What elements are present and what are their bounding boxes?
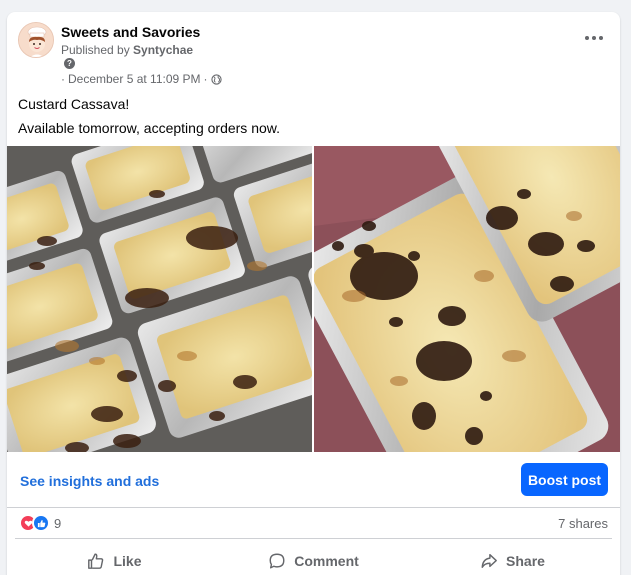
post-meta: · December 5 at 11:09 PM · — [61, 72, 222, 86]
boost-post-button[interactable]: Boost post — [521, 463, 608, 496]
trays-photo-graphic — [7, 146, 312, 452]
separator: · — [203, 72, 208, 86]
page-name[interactable]: Sweets and Savories — [61, 24, 200, 40]
post-text-line: Custard Cassava! — [18, 96, 130, 112]
share-button[interactable]: Share — [413, 539, 612, 575]
post-card: Sweets and Savories Published by Syntych… — [7, 12, 620, 575]
shares-count[interactable]: 7 shares — [558, 516, 608, 531]
publisher-name[interactable]: Syntychae — [133, 43, 193, 57]
closeup-photo-graphic — [314, 146, 620, 452]
reaction-count[interactable]: 9 — [54, 516, 61, 531]
see-insights-link[interactable]: See insights and ads — [20, 473, 159, 489]
globe-icon[interactable] — [210, 73, 222, 85]
custard-cassava-closeup-photo[interactable] — [314, 146, 620, 452]
comment-icon — [269, 553, 285, 568]
insights-row: See insights and ads Boost post — [7, 452, 620, 508]
post-text: Custard Cassava! Available tomorrow, acc… — [18, 95, 280, 143]
photo-grid — [7, 146, 620, 452]
custard-cassava-trays-photo[interactable] — [7, 146, 312, 452]
published-by-line: Published by Syntychae — [61, 43, 193, 57]
reaction-icons[interactable] — [19, 514, 51, 532]
post-timestamp[interactable]: December 5 at 11:09 PM — [68, 72, 201, 86]
post-header: Sweets and Savories Published by Syntych… — [7, 12, 620, 92]
comment-button[interactable]: Comment — [214, 539, 413, 575]
like-reaction-icon — [32, 514, 50, 532]
share-label: Share — [506, 552, 545, 569]
chef-avatar-icon — [19, 23, 53, 57]
post-text-line: Available tomorrow, accepting orders now… — [18, 120, 280, 136]
reactions-summary: 9 7 shares — [7, 509, 620, 537]
help-icon[interactable]: ? — [64, 58, 75, 69]
more-dot-icon — [585, 36, 589, 40]
published-prefix: Published by — [61, 43, 134, 57]
share-arrow-icon — [481, 553, 497, 568]
post-action-bar: Like Comment Share — [15, 538, 612, 575]
separator: · — [61, 72, 65, 86]
like-label: Like — [113, 552, 142, 569]
thumbs-up-icon — [88, 553, 104, 569]
page-avatar[interactable] — [18, 22, 54, 58]
more-dot-icon — [592, 36, 596, 40]
comment-label: Comment — [294, 552, 359, 569]
more-options-button[interactable] — [582, 30, 606, 46]
more-dot-icon — [599, 36, 603, 40]
like-button[interactable]: Like — [15, 539, 214, 575]
